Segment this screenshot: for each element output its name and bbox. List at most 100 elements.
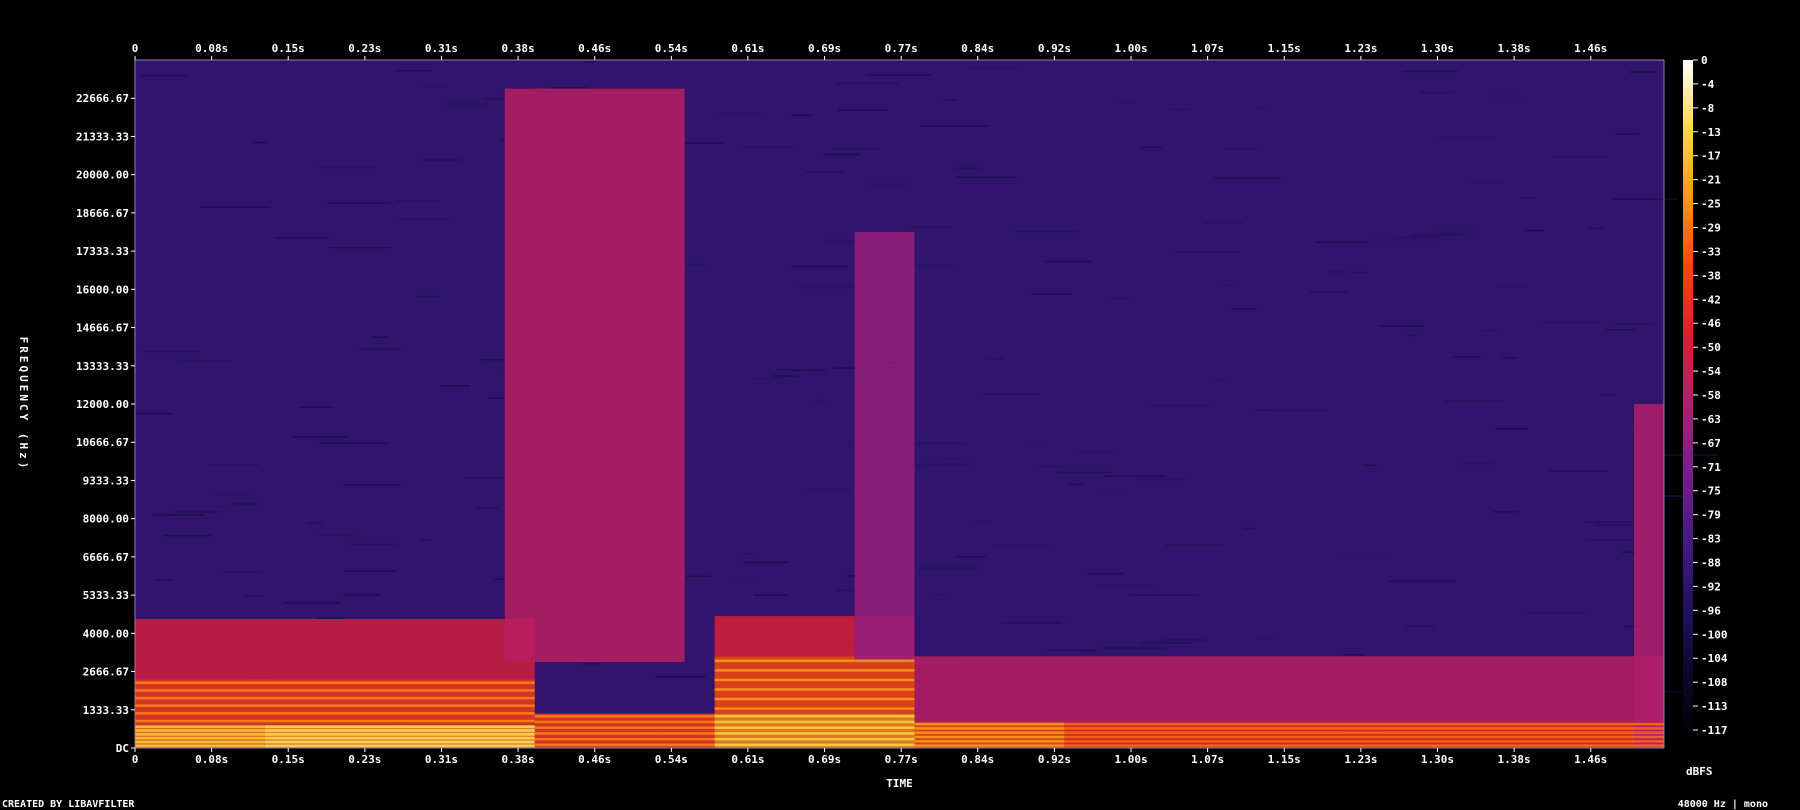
noise-streak xyxy=(825,239,856,242)
noise-streak xyxy=(1308,291,1349,294)
x-tick-label: 0.23s xyxy=(348,42,381,55)
noise-streak xyxy=(274,237,329,239)
harmonic-line xyxy=(714,678,915,682)
noise-streak xyxy=(1461,463,1495,465)
x-tick-label: 0.08s xyxy=(195,753,228,766)
noise-streak xyxy=(345,570,397,572)
noise-streak xyxy=(685,575,711,578)
noise-streak xyxy=(1086,572,1124,575)
harmonic-line xyxy=(714,720,915,724)
noise-streak xyxy=(1327,271,1350,273)
y-axis: DC 1333.33 2666.67 4000.00 5333.33 6666.67 800… xyxy=(76,92,135,755)
x-tick-label: 0.77s xyxy=(885,42,918,55)
noise-streak xyxy=(742,552,753,555)
noise-streak xyxy=(585,60,597,63)
noise-streak xyxy=(1419,91,1455,94)
noise-streak xyxy=(142,350,199,353)
x-tick-label: 1.15s xyxy=(1268,42,1301,55)
noise-streak xyxy=(419,538,432,541)
noise-streak xyxy=(1595,524,1632,526)
noise-streak xyxy=(865,74,931,76)
x-tick-label: 1.00s xyxy=(1114,753,1147,766)
harmonic-line xyxy=(1064,735,1664,739)
noise-streak xyxy=(292,436,349,438)
spectral-band xyxy=(1064,722,1664,748)
footer-sample-info: 48000 Hz | mono xyxy=(1678,799,1768,810)
colorbar-tick-label: -88 xyxy=(1701,557,1721,570)
harmonic-line xyxy=(714,737,915,741)
x-tick-label: 0.31s xyxy=(425,42,458,55)
noise-streak xyxy=(395,69,433,72)
noise-streak xyxy=(1315,241,1367,243)
x-tick-label: 0.15s xyxy=(272,42,305,55)
noise-streak xyxy=(728,576,758,578)
colorbar-tick-label: 0 xyxy=(1701,54,1708,67)
harmonic-line xyxy=(714,688,915,691)
noise-streak xyxy=(476,507,499,509)
x-tick-label: 0.84s xyxy=(961,753,994,766)
x-tick-label: 0.61s xyxy=(731,753,764,766)
y-tick-label: 9333.33 xyxy=(83,474,129,487)
noise-streak xyxy=(1371,239,1438,241)
harmonic-line xyxy=(914,727,1065,730)
harmonic-line xyxy=(264,733,535,736)
noise-streak xyxy=(221,571,262,573)
noise-streak xyxy=(982,393,1039,395)
harmonic-line xyxy=(1064,731,1664,734)
noise-streak xyxy=(772,375,798,377)
noise-streak xyxy=(214,494,253,496)
noise-streak xyxy=(1628,71,1655,73)
noise-streak xyxy=(298,406,334,408)
noise-streak xyxy=(1587,227,1604,230)
noise-streak xyxy=(1548,470,1609,472)
colorbar xyxy=(1683,60,1693,738)
footer-credit: CREATED BY LIBAVFILTER xyxy=(2,799,135,810)
noise-streak xyxy=(1522,612,1589,614)
x-tick-label: 0 xyxy=(132,42,139,55)
noise-streak xyxy=(1140,146,1164,149)
x-tick-label: 1.07s xyxy=(1191,42,1224,55)
noise-streak xyxy=(752,377,785,380)
noise-streak xyxy=(1243,527,1256,530)
noise-streak xyxy=(282,601,341,604)
spectral-band xyxy=(1634,404,1664,748)
x-tick-label: 1.30s xyxy=(1421,753,1454,766)
noise-streak xyxy=(1165,544,1224,546)
x-tick-label: 0.38s xyxy=(501,753,534,766)
noise-streak xyxy=(164,514,184,516)
y-tick-label: 5333.33 xyxy=(83,589,129,602)
x-tick-label: 1.00s xyxy=(1114,42,1147,55)
harmonic-line xyxy=(714,714,915,718)
noise-streak xyxy=(805,171,844,173)
noise-streak xyxy=(712,113,768,115)
noise-streak xyxy=(440,384,470,387)
colorbar-tick-label: -79 xyxy=(1701,509,1721,522)
noise-streak xyxy=(1260,409,1329,412)
noise-streak xyxy=(394,200,440,202)
x-tick-label: 1.15s xyxy=(1268,753,1301,766)
colorbar-tick-label: -104 xyxy=(1701,652,1728,665)
harmonic-line xyxy=(714,743,915,747)
noise-streak xyxy=(835,82,900,85)
noise-streak xyxy=(1147,404,1212,407)
spectral-band xyxy=(854,232,915,662)
harmonic-line xyxy=(1064,722,1664,726)
noise-streak xyxy=(1213,177,1282,179)
noise-streak xyxy=(1336,556,1387,558)
harmonic-line xyxy=(714,732,915,735)
noise-streak xyxy=(349,543,398,546)
harmonic-line xyxy=(914,735,1065,739)
noise-streak xyxy=(1097,584,1155,587)
harmonic-line xyxy=(135,719,535,723)
harmonic-line xyxy=(714,659,915,663)
noise-streak xyxy=(754,594,788,596)
noise-streak xyxy=(907,226,953,228)
harmonic-line xyxy=(135,689,535,692)
harmonic-line xyxy=(135,744,265,748)
noise-streak xyxy=(1343,653,1364,656)
spectral-band xyxy=(135,679,535,726)
x-tick-label: 0.08s xyxy=(195,42,228,55)
noise-streak xyxy=(1030,444,1047,447)
noise-streak xyxy=(1082,649,1094,652)
noise-streak xyxy=(201,206,271,208)
